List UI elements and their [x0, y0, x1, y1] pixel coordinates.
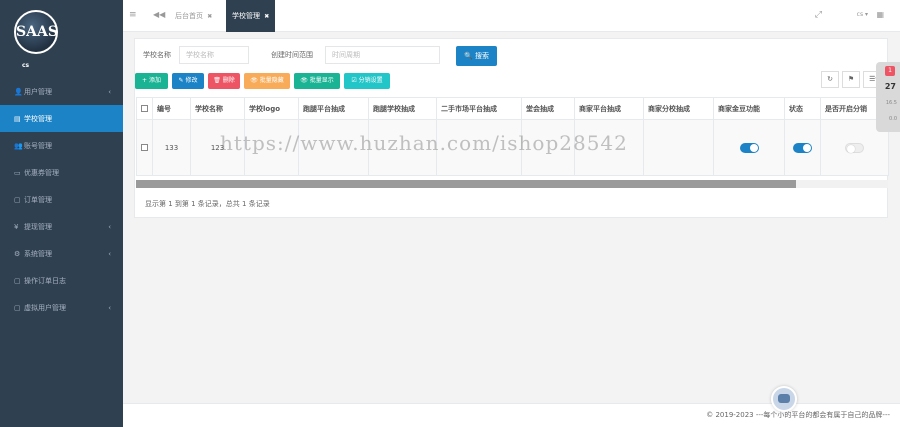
sidebar-user-name: cs	[22, 62, 30, 69]
commission-settings-button[interactable]: ☑ 分销设置	[344, 73, 390, 89]
table-header-row: 编号 学校名称 学校logo 跑腿平台抽成 跑腿学校抽成 二手市场平台抽成 堂会…	[136, 97, 889, 120]
sidebar-item-label: 提现管理	[24, 222, 52, 231]
users-icon: 👥	[14, 141, 23, 150]
side-number: 27	[884, 82, 896, 91]
top-navbar: ≡ ◀◀ 后台首页 ✖ 学校管理 ✖ ⤢ cs ▾ ▦	[123, 0, 900, 32]
logo-text: SAAS	[16, 24, 58, 40]
watermark: https://www.huzhan.com/ishop28542	[220, 131, 628, 155]
cell-gold-bean-toggle	[713, 119, 785, 176]
batch-show-button[interactable]: 👁 批量显示	[294, 73, 340, 89]
sidebar-item-order-management[interactable]: ▢ 订单管理	[0, 186, 123, 213]
virtual-user-icon: ▢	[14, 303, 21, 312]
time-range-input[interactable]: 时间周期	[325, 46, 440, 64]
sidebar-item-label: 订单管理	[24, 195, 52, 204]
refresh-icon[interactable]: ↻	[821, 71, 839, 88]
time-range-label: 创建时间范围	[271, 51, 313, 59]
school-icon: ▤	[14, 114, 21, 123]
select-all-checkbox[interactable]	[141, 105, 148, 112]
row-checkbox[interactable]	[141, 144, 148, 151]
side-sub-value: 0.0	[889, 116, 897, 122]
close-icon[interactable]: ✖	[207, 13, 212, 20]
search-button[interactable]: 🔍 搜索	[456, 46, 497, 66]
sidebar-item-label: 虚拟用户管理	[24, 303, 66, 312]
delete-button[interactable]: 🗑 删除	[208, 73, 240, 89]
order-icon: ▢	[14, 195, 21, 204]
grid-icon[interactable]: ▦	[876, 10, 884, 19]
cell-merchant-school-commission	[643, 119, 714, 176]
cell-id: 133	[152, 119, 191, 176]
sidebar-item-label: 优惠券管理	[24, 168, 59, 177]
main-panel: 学校名称 学校名称 创建时间范围 时间周期 🔍 搜索 + 添加 ✎ 修改 🗑 删…	[134, 38, 889, 218]
school-name-label: 学校名称	[143, 51, 171, 59]
status-toggle[interactable]	[793, 142, 812, 153]
tab-home[interactable]: 后台首页 ✖	[169, 0, 218, 32]
tab-label: 后台首页	[175, 12, 203, 20]
chevron-left-icon: ‹	[108, 222, 111, 231]
column-header[interactable]: 商家金豆功能	[713, 97, 785, 120]
pagination-info: 显示第 1 到第 1 条记录，总共 1 条记录	[145, 200, 270, 208]
scrollbar-thumb[interactable]	[136, 180, 796, 188]
columns-icon[interactable]: ⚑	[842, 71, 860, 88]
tab-school-management[interactable]: 学校管理 ✖	[226, 0, 276, 32]
sidebar-item-order-log[interactable]: ▢ 操作订单日志	[0, 267, 123, 294]
column-header[interactable]: 跑腿学校抽成	[368, 97, 437, 120]
column-header[interactable]: 跑腿平台抽成	[298, 97, 369, 120]
distribution-toggle[interactable]	[845, 142, 864, 153]
hamburger-menu-icon[interactable]: ≡	[129, 10, 137, 20]
filter-row: 学校名称 学校名称 创建时间范围 时间周期 🔍 搜索	[135, 44, 887, 66]
footer-copyright: © 2019-2023 ---每个小的平台的都会有属于自己的品牌---	[706, 411, 890, 419]
sidebar-item-withdraw-management[interactable]: ¥ 提现管理 ‹	[0, 213, 123, 240]
toolbar: + 添加 ✎ 修改 🗑 删除 👁 批量隐藏 👁 批量显示 ☑ 分销设置	[135, 73, 887, 89]
column-header[interactable]: 商家平台抽成	[574, 97, 644, 120]
tab-scroll-left-icon[interactable]: ◀◀	[153, 10, 165, 19]
coupon-icon: ▭	[14, 168, 21, 177]
chat-assistant-icon[interactable]	[771, 386, 797, 412]
user-dropdown[interactable]: cs ▾	[857, 11, 868, 18]
horizontal-scrollbar[interactable]	[136, 180, 888, 188]
chevron-left-icon: ‹	[108, 87, 111, 96]
chevron-left-icon: ‹	[108, 249, 111, 258]
logo: SAAS	[14, 10, 58, 54]
tab-label: 学校管理	[232, 12, 260, 20]
sidebar-item-coupon-management[interactable]: ▭ 优惠券管理	[0, 159, 123, 186]
user-icon: 👤	[14, 87, 23, 96]
cell-status-toggle	[784, 119, 821, 176]
column-header[interactable]: 状态	[784, 97, 821, 120]
column-header[interactable]: 学校名称	[190, 97, 245, 120]
gear-icon: ⚙	[14, 249, 21, 258]
sidebar-item-label: 用户管理	[24, 87, 52, 96]
yen-icon: ¥	[14, 222, 19, 231]
add-button[interactable]: + 添加	[135, 73, 168, 89]
column-header[interactable]: 商家分校抽成	[643, 97, 714, 120]
sidebar-item-label: 账号管理	[24, 141, 52, 150]
column-header[interactable]: 堂会抽成	[521, 97, 575, 120]
batch-hide-button[interactable]: 👁 批量隐藏	[244, 73, 290, 89]
sidebar-item-virtual-user-management[interactable]: ▢ 虚拟用户管理 ‹	[0, 294, 123, 321]
sidebar-item-user-management[interactable]: 👤 用户管理 ‹	[0, 78, 123, 105]
notification-badge: 1	[885, 66, 895, 76]
side-stats-widget[interactable]: 1 27 16.5 0.0	[876, 62, 900, 132]
select-all-header[interactable]	[136, 97, 153, 120]
sidebar-item-school-management[interactable]: ▤ 学校管理	[0, 105, 123, 132]
sidebar-item-label: 学校管理	[24, 114, 52, 123]
chevron-left-icon: ‹	[108, 303, 111, 312]
school-name-input[interactable]: 学校名称	[179, 46, 249, 64]
sidebar-item-label: 系统管理	[24, 249, 52, 258]
row-select-cell[interactable]	[136, 119, 153, 176]
fullscreen-icon[interactable]: ⤢	[815, 10, 822, 20]
log-icon: ▢	[14, 276, 21, 285]
side-sub-value: 16.5	[885, 100, 897, 106]
sidebar-menu: 👤 用户管理 ‹ ▤ 学校管理 👥 账号管理 ▭ 优惠券管理 ▢ 订单管理 ¥ …	[0, 78, 123, 321]
column-header[interactable]: 学校logo	[244, 97, 299, 120]
gold-bean-toggle[interactable]	[739, 142, 759, 153]
sidebar-item-account-management[interactable]: 👥 账号管理	[0, 132, 123, 159]
edit-button[interactable]: ✎ 修改	[172, 73, 204, 89]
close-icon[interactable]: ✖	[264, 13, 269, 20]
column-header[interactable]: 二手市场平台抽成	[436, 97, 522, 120]
sidebar: SAAS cs 👤 用户管理 ‹ ▤ 学校管理 👥 账号管理 ▭ 优惠券管理 ▢…	[0, 0, 123, 427]
column-header[interactable]: 编号	[152, 97, 191, 120]
sidebar-item-system-management[interactable]: ⚙ 系统管理 ‹	[0, 240, 123, 267]
sidebar-item-label: 操作订单日志	[24, 276, 66, 285]
